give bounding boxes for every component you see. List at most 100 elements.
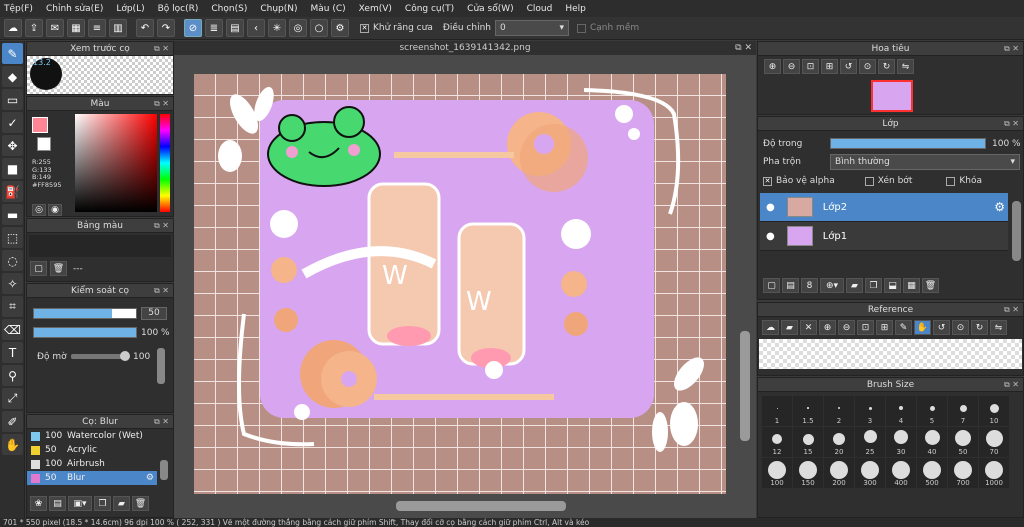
- panel-popout-icon[interactable]: ⧉ ✕: [1004, 378, 1019, 392]
- panel-popout-icon[interactable]: ⧉ ✕: [1004, 303, 1019, 317]
- gear-icon[interactable]: ⚙: [994, 200, 1005, 214]
- menu-cloud[interactable]: Cloud: [527, 4, 553, 14]
- brush-menu-icon[interactable]: ▣▾: [68, 496, 92, 511]
- brush-size-cell[interactable]: 150: [793, 458, 823, 488]
- canvas-vertical-scrollbar[interactable]: [740, 331, 750, 441]
- eye-icon[interactable]: ●: [766, 202, 775, 213]
- lock-checkbox[interactable]: [946, 176, 956, 186]
- reference-open-icon[interactable]: ▰: [781, 320, 798, 335]
- gradient-tool-icon[interactable]: ▬: [2, 204, 23, 225]
- color-hue-bar[interactable]: [160, 114, 170, 212]
- select-lasso-tool-icon[interactable]: ◌: [2, 250, 23, 271]
- rotate-right-icon[interactable]: ↻: [878, 59, 895, 74]
- delete-brush-icon[interactable]: 🗑: [132, 496, 149, 511]
- text-tool-icon[interactable]: T: [2, 342, 23, 363]
- magic-wand-tool-icon[interactable]: ✧: [2, 273, 23, 294]
- menu-layer[interactable]: Lớp(L): [116, 4, 144, 14]
- brush-size-cell[interactable]: 300: [855, 458, 885, 488]
- gear-icon[interactable]: ⚙: [146, 473, 154, 483]
- delete-layer-icon[interactable]: 🗑: [922, 278, 939, 293]
- brush-size-cell[interactable]: 3: [855, 396, 885, 426]
- select-rect-tool-icon[interactable]: ⬚: [2, 227, 23, 248]
- pen-tool-icon[interactable]: ✐: [2, 411, 23, 432]
- layer-row-2[interactable]: ● Lớp2 ⚙: [760, 193, 1008, 222]
- rect-select-tool-icon[interactable]: ▭: [2, 89, 23, 110]
- brush-size-cell[interactable]: 12: [762, 427, 792, 457]
- color-mode-icon[interactable]: ◉: [48, 204, 62, 216]
- menu-color[interactable]: Màu (C): [311, 4, 346, 14]
- reference-zoom-in-icon[interactable]: ⊕: [819, 320, 836, 335]
- redo-icon[interactable]: ↷: [157, 19, 175, 37]
- brush-item-blur[interactable]: 50 Blur ⚙: [27, 471, 157, 485]
- brush-item-airbrush[interactable]: 100 Airbrush: [27, 457, 157, 471]
- menu-file[interactable]: Tệp(F): [4, 4, 33, 14]
- rotate-left-icon[interactable]: ↺: [840, 59, 857, 74]
- duplicate-layer-icon[interactable]: ❐: [865, 278, 882, 293]
- eye-icon[interactable]: ●: [766, 231, 775, 242]
- layer-opacity-slider[interactable]: [830, 138, 986, 149]
- menu-help[interactable]: Help: [565, 4, 586, 14]
- brush-opacity-slider[interactable]: [33, 327, 137, 338]
- export-icon[interactable]: ⇪: [25, 19, 43, 37]
- reference-close-icon[interactable]: ✕: [800, 320, 817, 335]
- copy-brush-icon[interactable]: ❐: [94, 496, 111, 511]
- actual-size-icon[interactable]: ⊞: [821, 59, 838, 74]
- brush-size-cell[interactable]: 1.5: [793, 396, 823, 426]
- reset-rotate-icon[interactable]: ⊙: [859, 59, 876, 74]
- snap-cross-icon[interactable]: ▤: [226, 19, 244, 37]
- menu-edit[interactable]: Chỉnh sửa(E): [46, 4, 103, 14]
- close-icon[interactable]: ⧉ ✕: [735, 41, 752, 55]
- fg-color-swatch[interactable]: [32, 117, 48, 133]
- protect-alpha-checkbox[interactable]: ✕: [763, 176, 772, 186]
- add-brush-icon[interactable]: ❀: [30, 496, 47, 511]
- brush-size-cell[interactable]: 700: [948, 458, 978, 488]
- eyedropper-tool-icon[interactable]: ⤢: [2, 388, 23, 409]
- brush-control-scrollbar[interactable]: [157, 348, 165, 384]
- brush-size-cell[interactable]: 7: [948, 396, 978, 426]
- antialias-checkbox[interactable]: ✕: [360, 23, 369, 33]
- brush-size-cell[interactable]: 1: [762, 396, 792, 426]
- brush-size-cell[interactable]: 100: [762, 458, 792, 488]
- panel-popout-icon[interactable]: ⧉ ✕: [154, 42, 169, 56]
- reference-fit-icon[interactable]: ⊡: [857, 320, 874, 335]
- snap-off-icon[interactable]: ⊘: [184, 19, 202, 37]
- brush-size-cell[interactable]: 50: [948, 427, 978, 457]
- color-swap-icon[interactable]: ◎: [32, 204, 46, 216]
- zoom-out-icon[interactable]: ⊖: [783, 59, 800, 74]
- brush-size-cell[interactable]: 1000: [979, 458, 1009, 488]
- merge-layer-icon[interactable]: ⬓: [884, 278, 901, 293]
- brush-size-cell[interactable]: 40: [917, 427, 947, 457]
- brush-tool-icon[interactable]: ✎: [2, 43, 23, 64]
- layer-scrollbar[interactable]: [1012, 201, 1021, 261]
- smooth-checkbox[interactable]: [576, 23, 586, 33]
- bg-color-swatch[interactable]: [37, 137, 51, 151]
- document-tab[interactable]: screenshot_1639141342.png: [399, 43, 530, 53]
- new-layer-8bit-icon[interactable]: 8: [801, 278, 818, 293]
- canvas-horizontal-scrollbar[interactable]: [396, 501, 566, 511]
- snap-settings-icon[interactable]: ⚙: [331, 19, 349, 37]
- panel-popout-icon[interactable]: ⧉ ✕: [1004, 117, 1019, 131]
- grid-icon[interactable]: ▦: [67, 19, 85, 37]
- select-eraser-tool-icon[interactable]: ⌫: [2, 319, 23, 340]
- brush-item-acrylic[interactable]: 50 Acrylic: [27, 443, 157, 457]
- flip-icon[interactable]: ⇋: [897, 59, 914, 74]
- brush-shape-icon[interactable]: ▤: [49, 496, 66, 511]
- folder-icon[interactable]: ▰: [113, 496, 130, 511]
- reference-add-icon[interactable]: ☁: [762, 320, 779, 335]
- snap-parallel-icon[interactable]: ≣: [205, 19, 223, 37]
- layer-row-1[interactable]: ● Lớp1: [760, 222, 1008, 251]
- reference-hand-icon[interactable]: ✋: [914, 320, 931, 335]
- artwork-canvas[interactable]: W W: [194, 74, 726, 494]
- panel-popout-icon[interactable]: ⧉ ✕: [1004, 42, 1019, 56]
- brush-size-cell[interactable]: 500: [917, 458, 947, 488]
- brush-size-slider[interactable]: [33, 308, 137, 319]
- lasso-tool-icon[interactable]: ✓: [2, 112, 23, 133]
- snap-radial-icon[interactable]: ✳: [268, 19, 286, 37]
- color-sv-square[interactable]: [75, 114, 157, 212]
- menu-select[interactable]: Chọn(S): [211, 4, 247, 14]
- blend-mode-select[interactable]: Bình thường ▾: [830, 154, 1020, 170]
- snap-concentric-icon[interactable]: ◎: [289, 19, 307, 37]
- brush-size-value[interactable]: 50: [141, 307, 167, 320]
- snap-curve-icon[interactable]: ○: [310, 19, 328, 37]
- new-layer-icon[interactable]: ▢: [763, 278, 780, 293]
